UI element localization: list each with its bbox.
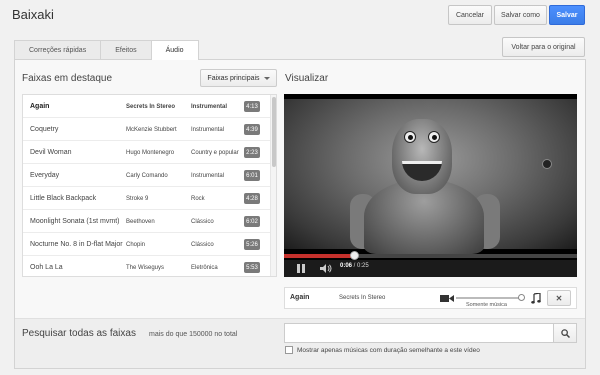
- track-genre: Clássico: [191, 241, 214, 248]
- track-list-scrollbar[interactable]: [270, 95, 276, 276]
- track-row[interactable]: Again Secrets In Stereo Instrumental 4:13: [23, 95, 276, 118]
- save-as-button[interactable]: Salvar como: [494, 5, 547, 25]
- track-artist: McKenzie Stubbert: [126, 126, 177, 133]
- music-note-icon: [531, 293, 541, 304]
- frame-figure-eye: [404, 131, 416, 143]
- video-progress-bar[interactable]: [284, 251, 577, 260]
- similar-duration-checkbox[interactable]: [285, 346, 293, 354]
- track-artist: Carly Comando: [126, 172, 168, 179]
- track-row[interactable]: Coquetry McKenzie Stubbert Instrumental 4:3…: [23, 118, 276, 141]
- cancel-button[interactable]: Cancelar: [448, 5, 492, 25]
- volume-icon[interactable]: [320, 264, 332, 273]
- track-duration: 6:01: [244, 170, 260, 181]
- page-title: Baixaki: [12, 7, 54, 22]
- search-icon: [560, 328, 570, 338]
- now-playing-bar: Again Secrets In Stereo Somente música ✕: [284, 287, 577, 309]
- frame-figure-mouth: [402, 161, 442, 181]
- frame-figure-head: [392, 119, 452, 194]
- track-genre: Instrumental: [191, 126, 225, 133]
- track-row[interactable]: Everyday Carly Comando Instrumental 6:01: [23, 164, 276, 187]
- similar-duration-option[interactable]: Mostrar apenas músicas com duração semel…: [285, 345, 480, 355]
- track-genre: Clássico: [191, 218, 214, 225]
- video-preview[interactable]: 0:06 / 0:25: [284, 94, 577, 277]
- track-artist: Beethoven: [126, 218, 155, 225]
- track-duration: 5:26: [244, 239, 260, 250]
- track-title: Devil Woman: [30, 148, 72, 156]
- track-list: Again Secrets In Stereo Instrumental 4:13 Co…: [22, 94, 277, 277]
- track-title: Nocturne No. 8 in D-flat Major: [30, 240, 123, 248]
- track-artist: Secrets In Stereo: [126, 103, 176, 110]
- current-time: 0:06: [340, 263, 353, 269]
- back-to-original-button[interactable]: Voltar para o original: [502, 37, 585, 57]
- track-title: Coquetry: [30, 125, 59, 133]
- track-artist: Hugo Montenegro: [126, 149, 175, 156]
- track-title: Again: [30, 102, 50, 110]
- audio-mix-label: Somente música: [466, 302, 507, 308]
- save-button[interactable]: Salvar: [549, 5, 585, 25]
- scrollbar-thumb[interactable]: [272, 97, 276, 167]
- audio-mix-slider[interactable]: [456, 294, 525, 301]
- track-artist: The Wiseguys: [126, 264, 165, 271]
- track-row[interactable]: Devil Woman Hugo Montenegro Country e popu…: [23, 141, 276, 164]
- video-camera-icon: [440, 295, 454, 302]
- preview-title: Visualizar: [285, 73, 329, 84]
- track-title: Everyday: [30, 171, 60, 179]
- track-artist: Stroke 9: [126, 195, 149, 202]
- track-title: Little Black Backpack: [30, 194, 97, 202]
- track-duration: 4:28: [244, 193, 260, 204]
- tab-audio[interactable]: Áudio: [150, 40, 199, 60]
- frame-detail: [542, 159, 552, 169]
- dropdown-caret-icon: [263, 76, 270, 80]
- close-icon: ✕: [555, 293, 563, 303]
- track-row[interactable]: Little Black Backpack Stroke 9 Rock 4:28: [23, 187, 276, 210]
- track-genre: Eletrônica: [191, 264, 218, 271]
- featured-tracks-title: Faixas em destaque: [22, 73, 113, 84]
- frame-figure-eye: [428, 131, 440, 143]
- total-tracks-count: mais do que 150000 no total: [149, 331, 238, 338]
- track-duration: 5:53: [244, 262, 260, 273]
- now-playing-title: Again: [290, 294, 310, 301]
- search-all-tracks-title: Pesquisar todas as faixas: [22, 328, 136, 339]
- track-duration: 4:39: [244, 124, 260, 135]
- track-duration: 2:23: [244, 147, 260, 158]
- total-time: 0:25: [357, 263, 369, 269]
- dropdown-label: Faixas principais: [207, 74, 260, 82]
- search-input[interactable]: [284, 323, 554, 343]
- track-row[interactable]: Ooh La La The Wiseguys Eletrônica 5:53: [23, 256, 276, 276]
- tab-bar: Correções rápidas Efeitos Áudio: [14, 40, 199, 60]
- video-time: 0:06 / 0:25: [340, 263, 369, 269]
- track-duration: 6:02: [244, 216, 260, 227]
- pause-icon[interactable]: [297, 264, 306, 273]
- track-row[interactable]: Nocturne No. 8 in D-flat Major Chopin Clás…: [23, 233, 276, 256]
- tab-effects[interactable]: Efeitos: [100, 40, 152, 59]
- track-genre: Country e popular: [191, 149, 239, 156]
- track-title: Moonlight Sonata (1st mvmt): [30, 217, 120, 225]
- now-playing-artist: Secrets In Stereo: [339, 295, 386, 301]
- similar-duration-label: Mostrar apenas músicas com duração semel…: [297, 346, 480, 354]
- track-title: Ooh La La: [30, 263, 63, 271]
- top-tracks-dropdown[interactable]: Faixas principais: [200, 69, 277, 87]
- search-button[interactable]: [553, 323, 577, 343]
- track-genre: Instrumental: [191, 172, 225, 179]
- close-button[interactable]: ✕: [547, 290, 571, 306]
- track-artist: Chopin: [126, 241, 146, 248]
- track-duration: 4:13: [244, 101, 260, 112]
- audio-mix-handle[interactable]: [518, 294, 525, 301]
- video-frame: [284, 99, 577, 254]
- tab-quick-fixes[interactable]: Correções rápidas: [14, 40, 102, 59]
- track-genre: Instrumental: [191, 103, 228, 110]
- video-controls: 0:06 / 0:25: [284, 260, 577, 277]
- track-genre: Rock: [191, 195, 205, 202]
- video-progress-handle[interactable]: [350, 251, 360, 260]
- track-row[interactable]: Moonlight Sonata (1st mvmt) Beethoven Clás…: [23, 210, 276, 233]
- video-progress-fill: [284, 254, 355, 258]
